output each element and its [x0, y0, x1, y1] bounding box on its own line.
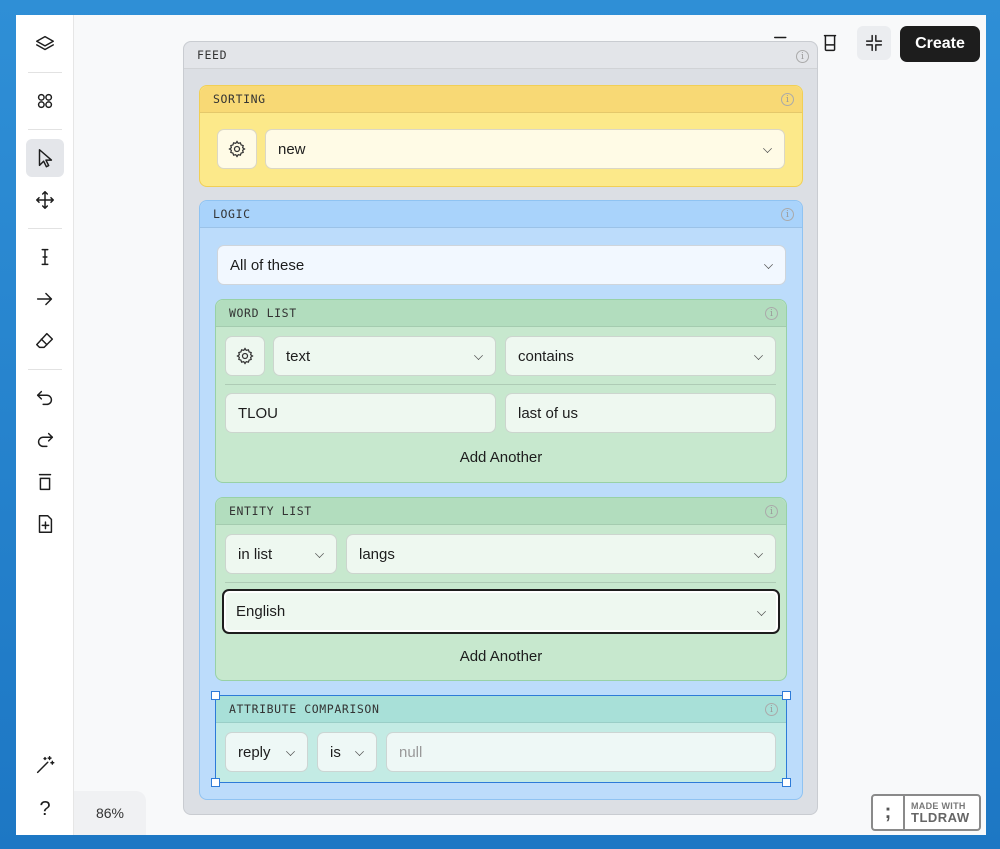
- selection-handle[interactable]: [211, 691, 220, 700]
- word-list-block[interactable]: WORD LIST i text contains TLOU last of u…: [215, 299, 787, 483]
- feed-title: FEED: [184, 42, 817, 69]
- selection-handle[interactable]: [782, 691, 791, 700]
- gear-icon: [228, 140, 246, 158]
- redo-icon[interactable]: [26, 421, 64, 459]
- word-list-title: WORD LIST: [216, 300, 786, 327]
- info-icon[interactable]: i: [781, 208, 794, 221]
- word-list-add-another-button[interactable]: Add Another: [216, 449, 786, 466]
- word-list-operator-value: contains: [518, 347, 574, 365]
- sorting-settings-button[interactable]: [217, 129, 257, 169]
- entity-value-select[interactable]: English: [222, 589, 780, 634]
- beaker-icon[interactable]: [813, 26, 847, 60]
- toolbar-divider: [28, 72, 62, 73]
- eraser-icon[interactable]: [26, 322, 64, 360]
- entity-list-divider: [225, 582, 776, 583]
- toolbar-divider: [28, 369, 62, 370]
- attribute-comparison-title: ATTRIBUTE COMPARISON: [216, 696, 786, 723]
- grid-apps-icon[interactable]: [26, 82, 64, 120]
- chevron-down-icon: [315, 549, 324, 558]
- attribute-value-placeholder: null: [399, 743, 423, 761]
- chevron-down-icon: [474, 351, 483, 360]
- word-list-settings-button[interactable]: [225, 336, 265, 376]
- entity-list-list-value: langs: [359, 545, 395, 563]
- word-list-operator-select[interactable]: contains: [505, 336, 776, 376]
- toolbar-divider: [28, 228, 62, 229]
- sorting-value: new: [278, 140, 306, 158]
- gear-icon: [236, 347, 254, 365]
- word-list-field-select[interactable]: text: [273, 336, 496, 376]
- entity-list-add-another-button[interactable]: Add Another: [216, 648, 786, 665]
- word-value: TLOU: [238, 404, 279, 422]
- sorting-block[interactable]: SORTING i new: [199, 85, 803, 187]
- magic-wand-icon[interactable]: [26, 746, 64, 784]
- entity-list-operator-value: in list: [238, 545, 273, 563]
- chevron-down-icon: [754, 549, 763, 558]
- toolbar-divider: [28, 129, 62, 130]
- undo-icon[interactable]: [26, 379, 64, 417]
- left-toolbar: ?: [16, 15, 74, 835]
- info-icon[interactable]: i: [781, 93, 794, 106]
- attribute-select[interactable]: reply: [225, 732, 308, 772]
- chevron-down-icon: [355, 747, 364, 756]
- made-with-tldraw-badge[interactable]: ; MADE WITH TLDRAW: [871, 794, 981, 831]
- sorting-select[interactable]: new: [265, 129, 785, 169]
- entity-value: English: [236, 603, 286, 620]
- info-icon[interactable]: i: [765, 703, 778, 716]
- word-list-field-value: text: [286, 347, 311, 365]
- chevron-down-icon: [757, 607, 766, 616]
- feed-block[interactable]: FEED i SORTING i new LOGIC i All of thes…: [183, 41, 818, 815]
- logic-mode-select[interactable]: All of these: [217, 245, 786, 285]
- attribute-operator-select[interactable]: is: [317, 732, 377, 772]
- text-cursor-icon[interactable]: [26, 238, 64, 276]
- info-icon[interactable]: i: [796, 50, 809, 63]
- info-icon[interactable]: i: [765, 307, 778, 320]
- app-window: ? 86% Create FEED i SORTING i new LOGIC: [16, 15, 986, 835]
- word-list-divider: [225, 384, 776, 385]
- collapse-icon[interactable]: [857, 26, 891, 60]
- selection-handle[interactable]: [211, 778, 220, 787]
- logic-mode-value: All of these: [230, 256, 305, 274]
- selection-handle[interactable]: [782, 778, 791, 787]
- chevron-down-icon: [763, 144, 772, 153]
- attribute-comparison-block[interactable]: ATTRIBUTE COMPARISON i reply is null: [211, 691, 791, 787]
- entity-list-block[interactable]: ENTITY LIST i in list langs English Add …: [215, 497, 787, 681]
- word-input[interactable]: TLOU: [225, 393, 496, 433]
- entity-list-list-select[interactable]: langs: [346, 534, 776, 574]
- tldraw-logo-icon: ;: [873, 796, 905, 829]
- arrow-tool-icon[interactable]: [26, 280, 64, 318]
- attribute-value: reply: [238, 743, 271, 761]
- word-value: last of us: [518, 404, 579, 422]
- layers-icon[interactable]: [26, 25, 64, 63]
- entity-list-title: ENTITY LIST: [216, 498, 786, 525]
- word-input[interactable]: last of us: [505, 393, 776, 433]
- trash-icon[interactable]: [26, 463, 64, 501]
- move-arrows-icon[interactable]: [26, 181, 64, 219]
- branding-line2: TLDRAW: [911, 809, 970, 825]
- logic-title: LOGIC: [200, 201, 802, 228]
- info-icon[interactable]: i: [765, 505, 778, 518]
- select-pointer-icon[interactable]: [26, 139, 64, 177]
- zoom-level[interactable]: 86%: [74, 791, 146, 835]
- attribute-operator-value: is: [330, 743, 341, 761]
- chevron-down-icon: [764, 260, 773, 269]
- logic-block[interactable]: LOGIC i All of these WORD LIST i text co…: [199, 200, 803, 800]
- attribute-value-input[interactable]: null: [386, 732, 776, 772]
- sorting-title: SORTING: [200, 86, 802, 113]
- create-button[interactable]: Create: [900, 26, 980, 62]
- entity-list-operator-select[interactable]: in list: [225, 534, 337, 574]
- chevron-down-icon: [286, 747, 295, 756]
- chevron-down-icon: [754, 351, 763, 360]
- help-icon[interactable]: ?: [26, 790, 64, 828]
- add-page-icon[interactable]: [26, 505, 64, 543]
